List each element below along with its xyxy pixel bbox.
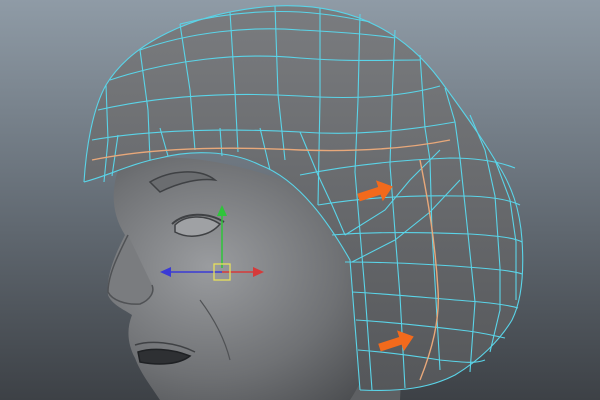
viewport-scene: [83, 5, 524, 400]
3d-viewport[interactable]: [0, 0, 600, 400]
